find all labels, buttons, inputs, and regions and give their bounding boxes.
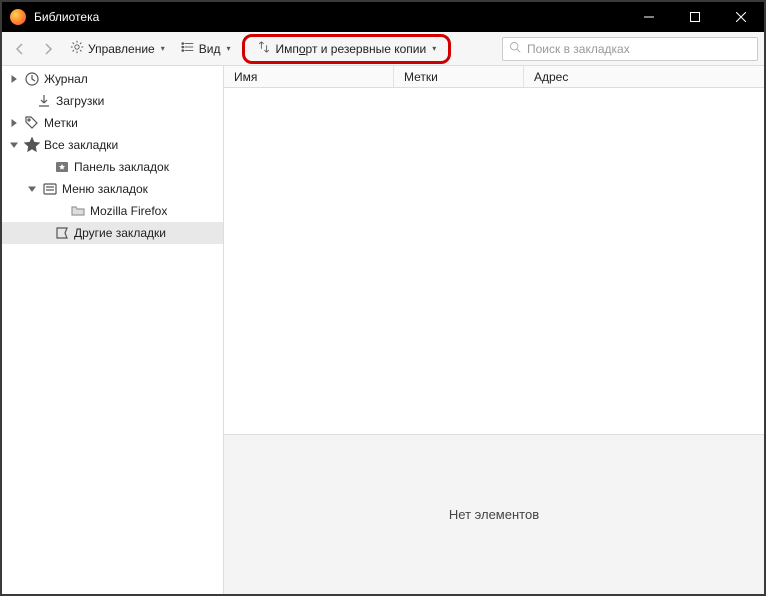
- tag-icon: [24, 115, 40, 131]
- tree-item-mozilla-firefox[interactable]: Mozilla Firefox: [2, 200, 223, 222]
- column-tags[interactable]: Метки: [394, 66, 524, 87]
- twisty-collapsed-icon[interactable]: [8, 73, 20, 85]
- sidebar-tree[interactable]: Журнал Загрузки Метки Все закладки П: [2, 66, 224, 594]
- twisty-expanded-icon[interactable]: [26, 183, 38, 195]
- titlebar: Библиотека: [2, 2, 764, 32]
- twisty-expanded-icon[interactable]: [8, 139, 20, 151]
- content-body: Журнал Загрузки Метки Все закладки П: [2, 66, 764, 594]
- close-button[interactable]: [718, 2, 764, 32]
- firefox-logo-icon: [10, 9, 26, 25]
- column-address[interactable]: Адрес: [524, 66, 764, 87]
- search-box[interactable]: [502, 37, 758, 61]
- back-button[interactable]: [8, 37, 32, 61]
- chevron-down-icon: ▾: [161, 44, 165, 53]
- folder-icon: [70, 203, 86, 219]
- tree-label: Все закладки: [44, 138, 118, 152]
- search-input[interactable]: [527, 42, 751, 56]
- tree-label: Меню закладок: [62, 182, 148, 196]
- tree-item-history[interactable]: Журнал: [2, 68, 223, 90]
- tree-label: Панель закладок: [74, 160, 169, 174]
- search-icon: [509, 41, 521, 56]
- tree-label: Загрузки: [56, 94, 104, 108]
- tree-label: Другие закладки: [74, 226, 166, 240]
- toolbar: Управление ▾ Вид ▾ Импорт и резервные ко…: [2, 32, 764, 66]
- tree-item-other-bookmarks[interactable]: Другие закладки: [2, 222, 223, 244]
- download-icon: [36, 93, 52, 109]
- import-backup-label: Импорт и резервные копии: [275, 42, 426, 56]
- chevron-down-icon: ▾: [432, 44, 436, 53]
- star-icon: [24, 137, 40, 153]
- import-backup-menu-button[interactable]: Импорт и резервные копии ▾: [251, 37, 442, 61]
- library-window: Библиотека Управление ▾: [0, 0, 766, 596]
- views-menu-button[interactable]: Вид ▾: [175, 36, 237, 62]
- twisty-collapsed-icon[interactable]: [8, 117, 20, 129]
- list-icon: [181, 40, 195, 57]
- maximize-button[interactable]: [672, 2, 718, 32]
- organize-label: Управление: [88, 42, 155, 56]
- tree-label: Mozilla Firefox: [90, 204, 167, 218]
- tree-label: Журнал: [44, 72, 88, 86]
- column-name[interactable]: Имя: [224, 66, 394, 87]
- tree-label: Метки: [44, 116, 78, 130]
- tree-item-bookmarks-menu[interactable]: Меню закладок: [2, 178, 223, 200]
- details-pane: Нет элементов: [224, 434, 764, 594]
- organize-menu-button[interactable]: Управление ▾: [64, 36, 171, 62]
- bookmark-list[interactable]: [224, 88, 764, 434]
- forward-button[interactable]: [36, 37, 60, 61]
- tree-item-downloads[interactable]: Загрузки: [2, 90, 223, 112]
- empty-message: Нет элементов: [449, 507, 539, 522]
- import-export-icon: [257, 40, 271, 57]
- highlight-import-backup: Импорт и резервные копии ▾: [242, 34, 451, 64]
- column-headers: Имя Метки Адрес: [224, 66, 764, 88]
- tree-item-bookmarks-toolbar[interactable]: Панель закладок: [2, 156, 223, 178]
- bookmarks-menu-icon: [42, 181, 58, 197]
- main-panel: Имя Метки Адрес Нет элементов: [224, 66, 764, 594]
- tree-item-all-bookmarks[interactable]: Все закладки: [2, 134, 223, 156]
- other-bookmarks-icon: [54, 225, 70, 241]
- gear-icon: [70, 40, 84, 57]
- minimize-button[interactable]: [626, 2, 672, 32]
- clock-icon: [24, 71, 40, 87]
- bookmarks-toolbar-icon: [54, 159, 70, 175]
- chevron-down-icon: ▾: [226, 44, 230, 53]
- views-label: Вид: [199, 42, 221, 56]
- window-title: Библиотека: [34, 10, 99, 24]
- tree-item-tags[interactable]: Метки: [2, 112, 223, 134]
